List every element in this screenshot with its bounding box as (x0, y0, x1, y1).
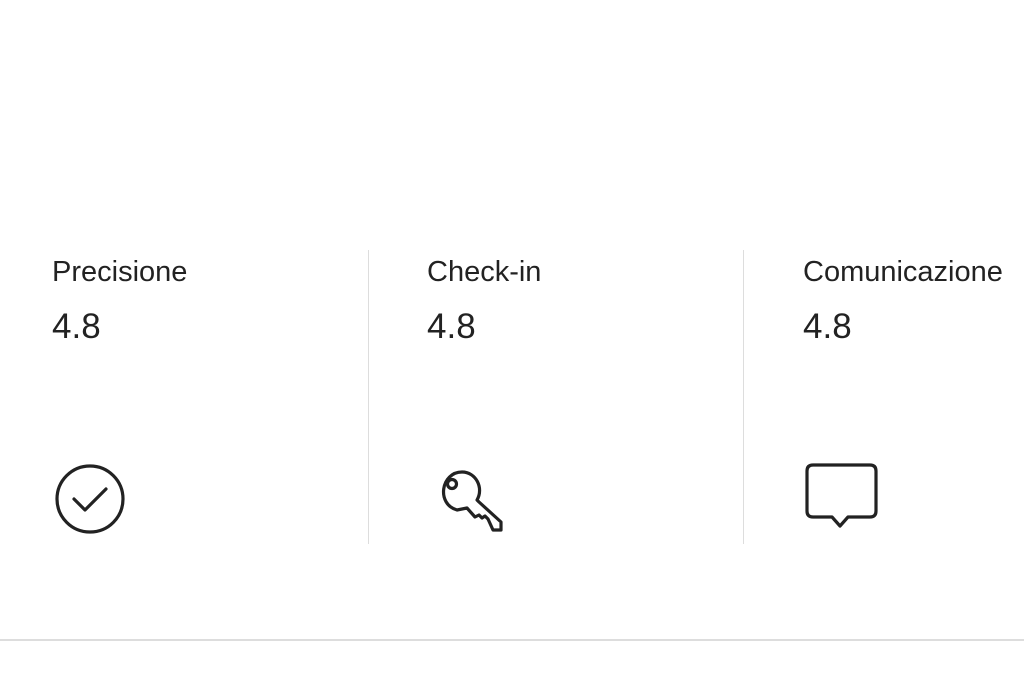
rating-value: 4.8 (52, 307, 101, 346)
chat-bubble-icon (803, 460, 879, 536)
rating-label: Check-in (427, 256, 542, 288)
section-divider (0, 639, 1024, 641)
check-circle-icon (52, 460, 128, 536)
page: Precisione 4.8 Check-in 4.8 Comunicazion… (0, 0, 1024, 683)
rating-label: Precisione (52, 256, 188, 288)
column-divider (743, 250, 744, 544)
rating-value: 4.8 (803, 307, 852, 346)
column-divider (368, 250, 369, 544)
key-icon (427, 460, 503, 536)
category-ratings: Precisione 4.8 Check-in 4.8 Comunicazion… (0, 250, 1024, 544)
rating-value: 4.8 (427, 307, 476, 346)
rating-label: Comunicazione (803, 256, 1003, 288)
